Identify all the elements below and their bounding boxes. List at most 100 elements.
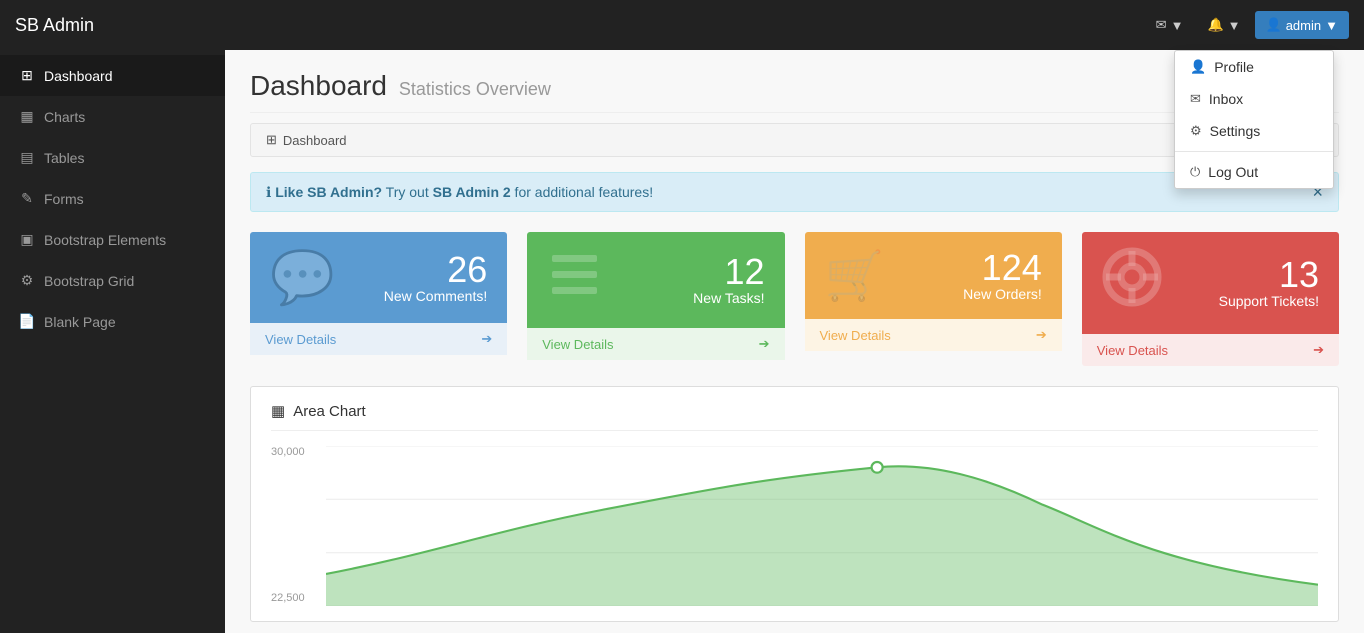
dropdown-item-logout[interactable]: ⏻ Log Out (1175, 156, 1333, 188)
dropdown-item-profile[interactable]: 👤 Profile (1175, 51, 1333, 83)
card-tasks-label: New Tasks! (693, 290, 764, 306)
page-title: Dashboard (250, 70, 387, 101)
sidebar-item-forms[interactable]: ✎ Forms (0, 178, 225, 219)
sidebar-label-tables: Tables (44, 150, 84, 166)
card-comments-values: 26 New Comments! (384, 252, 487, 304)
chart-area: 30,000 22,500 (271, 446, 1318, 606)
card-comments-link[interactable]: View Details (265, 332, 336, 347)
settings-icon: ⚙ (1190, 123, 1202, 139)
card-tickets-bottom: View Details ➔ (1082, 334, 1339, 366)
chart-yaxis: 30,000 22,500 (271, 446, 305, 606)
comments-card-icon: 💬 (270, 247, 335, 308)
chart-grid (326, 446, 1318, 606)
sidebar-item-tables[interactable]: ▤ Tables (0, 137, 225, 178)
dropdown-item-settings[interactable]: ⚙ Settings (1175, 115, 1333, 147)
tasks-card-icon (547, 247, 602, 313)
card-orders-bottom: View Details ➔ (805, 319, 1062, 351)
card-orders-number: 124 (963, 250, 1042, 286)
admin-label: admin (1286, 18, 1321, 33)
card-comments-number: 26 (384, 252, 487, 288)
inbox-label: Inbox (1209, 91, 1243, 107)
breadcrumb-icon: ⊞ (266, 132, 277, 148)
card-tickets-link[interactable]: View Details (1097, 343, 1168, 358)
sidebar-label-bootstrap-grid: Bootstrap Grid (44, 273, 134, 289)
logout-label: Log Out (1208, 164, 1258, 180)
card-tickets-label: Support Tickets! (1219, 293, 1319, 309)
sidebar-item-blank-page[interactable]: 📄 Blank Page (0, 301, 225, 342)
card-tasks: 12 New Tasks! View Details ➔ (527, 232, 784, 366)
bell-icon: 🔔 (1207, 17, 1223, 33)
card-tasks-arrow: ➔ (759, 336, 770, 352)
profile-label: Profile (1214, 59, 1254, 75)
tables-icon: ▤ (18, 149, 36, 166)
card-comments-arrow: ➔ (481, 331, 492, 347)
forms-icon: ✎ (18, 190, 36, 207)
app-brand[interactable]: SB Admin (15, 15, 94, 36)
layout: ⊞ Dashboard ▦ Charts ▤ Tables ✎ Forms ▣ … (0, 50, 1364, 633)
card-tickets-values: 13 Support Tickets! (1219, 257, 1319, 309)
card-tickets-top: 13 Support Tickets! (1082, 232, 1339, 334)
sidebar-label-forms: Forms (44, 191, 84, 207)
chart-svg (326, 446, 1318, 606)
dashboard-icon: ⊞ (18, 67, 36, 84)
card-orders: 🛒 124 New Orders! View Details ➔ (805, 232, 1062, 366)
card-orders-label: New Orders! (963, 286, 1042, 302)
dropdown-item-inbox[interactable]: ✉ Inbox (1175, 83, 1333, 115)
breadcrumb-label: Dashboard (283, 133, 347, 148)
card-tasks-top: 12 New Tasks! (527, 232, 784, 328)
charts-icon: ▦ (18, 108, 36, 125)
sidebar-item-dashboard[interactable]: ⊞ Dashboard (0, 55, 225, 96)
admin-caret: ▼ (1325, 18, 1338, 33)
navbar-right: ✉ ▼ 🔔 ▼ 👤 admin ▼ (1146, 11, 1349, 39)
alert-text: ℹ Like SB Admin? Try out SB Admin 2 for … (266, 184, 653, 201)
sidebar-label-blank-page: Blank Page (44, 314, 116, 330)
card-tickets-arrow: ➔ (1313, 342, 1324, 358)
card-comments: 💬 26 New Comments! View Details ➔ (250, 232, 507, 366)
card-comments-bottom: View Details ➔ (250, 323, 507, 355)
chart-title-label: Area Chart (293, 403, 366, 420)
cards-row: 💬 26 New Comments! View Details ➔ (250, 232, 1339, 366)
admin-button[interactable]: 👤 admin ▼ (1255, 11, 1349, 39)
sidebar-item-bootstrap-elements[interactable]: ▣ Bootstrap Elements (0, 219, 225, 260)
sidebar-item-charts[interactable]: ▦ Charts (0, 96, 225, 137)
chart-section: ▦ Area Chart 30,000 22,500 (250, 386, 1339, 622)
sidebar-label-bootstrap-elements: Bootstrap Elements (44, 232, 166, 248)
card-comments-top: 💬 26 New Comments! (250, 232, 507, 323)
dropdown-divider (1175, 151, 1333, 152)
bell-button[interactable]: 🔔 ▼ (1197, 11, 1250, 39)
orders-card-icon: 🛒 (825, 247, 885, 304)
page-subtitle: Statistics Overview (399, 79, 551, 99)
tickets-card-icon (1102, 247, 1162, 319)
blank-page-icon: 📄 (18, 313, 36, 330)
yaxis-label-top: 30,000 (271, 446, 305, 458)
alert-info-icon: ℹ (266, 184, 271, 200)
card-orders-top: 🛒 124 New Orders! (805, 232, 1062, 319)
profile-icon: 👤 (1190, 59, 1206, 75)
sidebar: ⊞ Dashboard ▦ Charts ▤ Tables ✎ Forms ▣ … (0, 50, 225, 633)
user-icon: 👤 (1266, 17, 1282, 33)
sidebar-label-dashboard: Dashboard (44, 68, 113, 84)
card-orders-link[interactable]: View Details (820, 328, 891, 343)
card-tickets-number: 13 (1219, 257, 1319, 293)
logout-icon: ⏻ (1190, 164, 1200, 180)
sidebar-label-charts: Charts (44, 109, 85, 125)
user-dropdown: 👤 Profile ✉ Inbox ⚙ Settings ⏻ Log Out (1174, 50, 1334, 189)
settings-label: Settings (1210, 123, 1261, 139)
chart-title: ▦ Area Chart (271, 402, 1318, 431)
bell-caret: ▼ (1228, 18, 1241, 33)
bootstrap-elements-icon: ▣ (18, 231, 36, 248)
chart-icon: ▦ (271, 402, 285, 420)
card-orders-values: 124 New Orders! (963, 250, 1042, 302)
sidebar-item-bootstrap-grid[interactable]: ⚙ Bootstrap Grid (0, 260, 225, 301)
mail-button[interactable]: ✉ ▼ (1146, 11, 1194, 39)
card-tasks-link[interactable]: View Details (542, 337, 613, 352)
yaxis-label-mid: 22,500 (271, 592, 305, 604)
mail-icon: ✉ (1156, 17, 1167, 33)
card-tasks-values: 12 New Tasks! (693, 254, 764, 306)
mail-caret: ▼ (1171, 18, 1184, 33)
inbox-icon: ✉ (1190, 91, 1201, 107)
card-tasks-number: 12 (693, 254, 764, 290)
card-orders-arrow: ➔ (1036, 327, 1047, 343)
bootstrap-grid-icon: ⚙ (18, 272, 36, 289)
navbar: SB Admin ✉ ▼ 🔔 ▼ 👤 admin ▼ (0, 0, 1364, 50)
